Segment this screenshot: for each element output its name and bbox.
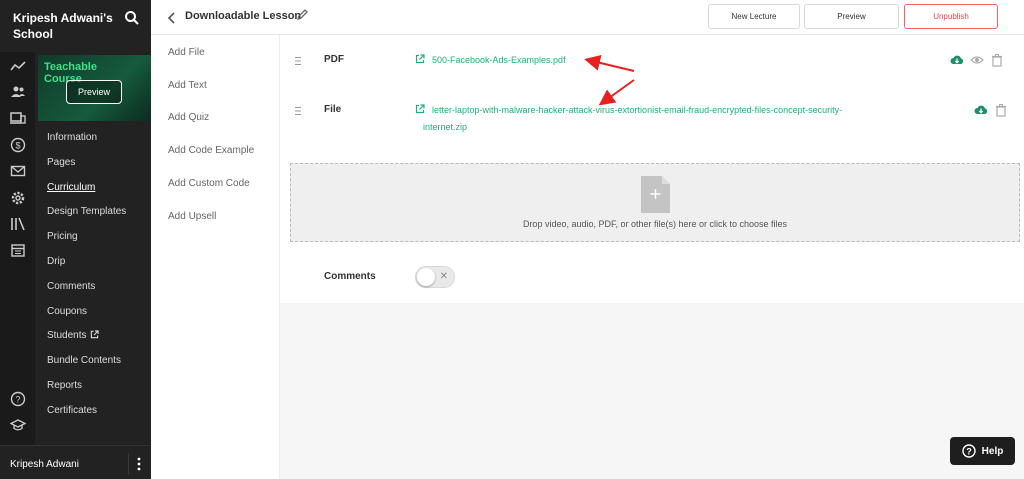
file-actions — [974, 103, 1008, 117]
svg-text:?: ? — [15, 395, 20, 405]
preview-button[interactable]: Preview — [804, 4, 899, 29]
course-menu: Information Pages Curriculum Design Templat… — [47, 130, 126, 428]
add-text-button[interactable]: Add Text — [168, 80, 207, 91]
trash-icon[interactable] — [994, 103, 1008, 117]
sidebar-footer: Kripesh Adwani — [0, 445, 151, 479]
sidebar-item-information[interactable]: Information — [47, 130, 126, 155]
trending-icon[interactable] — [10, 58, 26, 74]
sidebar-item-pricing[interactable]: Pricing — [47, 229, 126, 254]
file-dropzone[interactable]: Drop video, audio, PDF, or other file(s)… — [290, 163, 1020, 242]
add-code-example-button[interactable]: Add Code Example — [168, 145, 254, 156]
dropzone-text: Drop video, audio, PDF, or other file(s)… — [522, 219, 788, 229]
add-content-panel: Add File Add Text Add Quiz Add Code Example… — [151, 35, 280, 479]
file-type-label: PDF — [324, 54, 344, 65]
add-quiz-button[interactable]: Add Quiz — [168, 112, 209, 123]
file-link[interactable]: 500-Facebook-Ads-Examples.pdf — [415, 52, 566, 69]
school-name[interactable]: Kripesh Adwani's School — [13, 10, 113, 42]
svg-text:$: $ — [15, 141, 20, 151]
cloud-download-icon[interactable] — [974, 103, 988, 117]
sidebar-item-label: Design Templates — [47, 206, 127, 218]
lesson-title: Downloadable Lesson — [185, 10, 302, 22]
library-icon[interactable] — [10, 216, 26, 232]
toggle-knob — [417, 268, 435, 286]
sidebar-item-label: Drip — [47, 255, 66, 267]
add-custom-code-button[interactable]: Add Custom Code — [168, 178, 250, 189]
cloud-download-icon[interactable] — [950, 53, 964, 67]
comments-toggle[interactable]: ✕ — [415, 266, 455, 288]
file-actions — [950, 53, 1004, 67]
external-link-icon — [415, 104, 425, 114]
sidebar-item-label: Certificates — [47, 404, 98, 416]
calendar-icon[interactable] — [10, 242, 26, 258]
kebab-menu-icon[interactable] — [135, 457, 143, 471]
sidebar-item-label: Information — [47, 132, 98, 143]
sidebar-item-label: Pricing — [47, 231, 78, 243]
graduation-icon[interactable] — [10, 417, 26, 433]
file-link[interactable]: letter-laptop-with-malware-hacker-attack… — [415, 102, 842, 136]
sidebar-item-design-templates[interactable]: Design Templates — [47, 204, 126, 229]
users-icon[interactable] — [10, 84, 26, 100]
eye-icon[interactable] — [970, 53, 984, 67]
help-circle-icon[interactable]: ? — [10, 391, 26, 407]
devices-icon[interactable] — [10, 110, 26, 126]
sidebar-item-students[interactable]: Students — [47, 328, 126, 353]
footer-divider — [128, 453, 129, 475]
drag-handle-icon[interactable] — [294, 56, 302, 66]
settings-icon[interactable] — [10, 190, 26, 206]
file-type-label: File — [324, 104, 342, 115]
sidebar-item-label: Pages — [47, 156, 76, 168]
add-upsell-button[interactable]: Add Upsell — [168, 211, 216, 222]
close-icon: ✕ — [439, 271, 448, 282]
course-thumbnail: Teachable Course Preview — [38, 55, 151, 121]
sidebar-item-label: Students — [47, 330, 87, 342]
help-circle-icon: ? — [961, 444, 976, 458]
file-name[interactable]: 500-Facebook-Ads-Examples.pdf — [415, 52, 566, 69]
sidebar-item-coupons[interactable]: Coupons — [47, 304, 126, 329]
sidebar-item-certificates[interactable]: Certificates — [47, 403, 126, 428]
chevron-left-icon[interactable] — [167, 12, 177, 24]
file-add-icon — [641, 176, 670, 213]
user-name[interactable]: Kripesh Adwani — [10, 459, 79, 470]
help-label: Help — [981, 445, 1004, 457]
sidebar-item-pages[interactable]: Pages — [47, 155, 126, 180]
svg-text:?: ? — [966, 446, 972, 456]
sidebar: Kripesh Adwani's School $ ? Teachable Co… — [0, 0, 151, 479]
lesson-content: PDF 500-Facebook-Ads-Examples.pdf File l… — [280, 35, 1024, 303]
sidebar-item-label: Curriculum — [47, 181, 96, 193]
file-name[interactable]: letter-laptop-with-malware-hacker-attack… — [415, 102, 842, 119]
top-bar: Downloadable Lesson New Lecture Preview … — [151, 0, 1024, 35]
comments-label: Comments — [324, 271, 376, 282]
sidebar-item-comments[interactable]: Comments — [47, 279, 126, 304]
unpublish-button[interactable]: Unpublish — [904, 4, 998, 29]
external-link-icon — [415, 54, 425, 64]
pencil-icon[interactable] — [296, 8, 309, 21]
new-lecture-button[interactable]: New Lecture — [708, 4, 800, 29]
help-button[interactable]: ? Help — [950, 437, 1015, 465]
sidebar-item-label: Coupons — [47, 305, 88, 317]
icon-rail: $ ? — [0, 52, 35, 445]
add-file-button[interactable]: Add File — [168, 47, 205, 58]
mail-icon[interactable] — [10, 163, 26, 179]
sidebar-item-drip[interactable]: Drip — [47, 254, 126, 279]
sidebar-item-label: Bundle Contents — [47, 355, 121, 367]
dollar-icon[interactable]: $ — [10, 137, 26, 153]
course-preview-button[interactable]: Preview — [66, 80, 122, 104]
search-icon[interactable] — [124, 10, 140, 26]
trash-icon[interactable] — [990, 53, 1004, 67]
sidebar-item-label: Comments — [47, 280, 96, 292]
sidebar-item-curriculum[interactable]: Curriculum — [47, 180, 126, 205]
drag-handle-icon[interactable] — [294, 106, 302, 116]
sidebar-item-label: Reports — [47, 379, 83, 391]
file-name[interactable]: internet.zip — [415, 119, 842, 136]
sidebar-item-reports[interactable]: Reports — [47, 378, 126, 403]
external-link-icon — [91, 330, 100, 339]
sidebar-item-bundle-contents[interactable]: Bundle Contents — [47, 353, 126, 378]
